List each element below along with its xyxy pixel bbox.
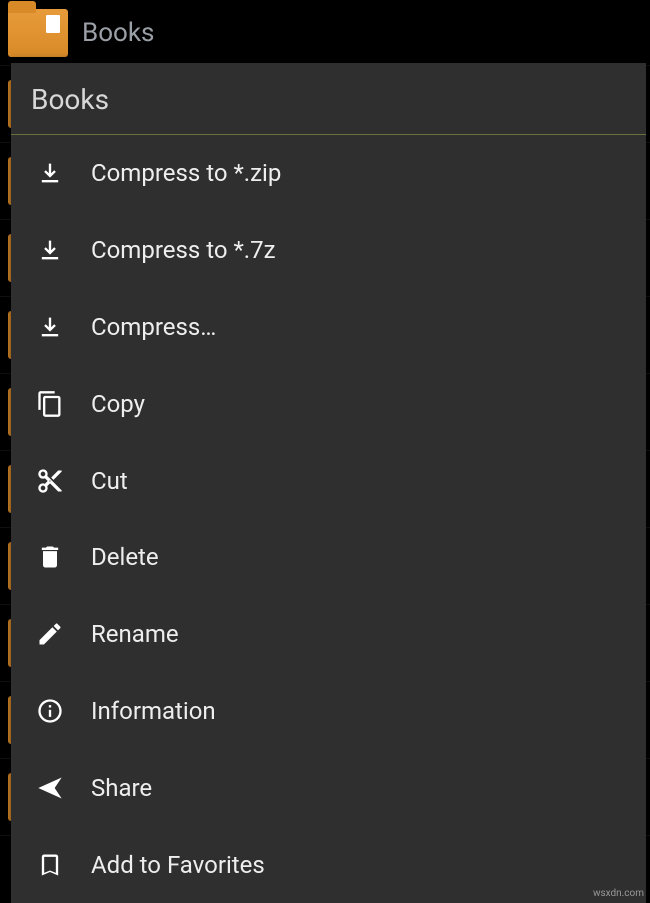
menu-item-label: Compress to *.7z bbox=[91, 236, 276, 264]
menu-item-label: Share bbox=[91, 774, 152, 802]
menu-item-cut[interactable]: Cut bbox=[11, 442, 646, 519]
download-icon bbox=[33, 310, 67, 344]
download-icon bbox=[33, 156, 67, 190]
menu-item-label: Information bbox=[91, 697, 216, 725]
favorite-icon bbox=[33, 848, 67, 882]
menu-item-information[interactable]: Information bbox=[11, 673, 646, 750]
cut-icon bbox=[33, 464, 67, 498]
share-icon bbox=[33, 771, 67, 805]
menu-item-delete[interactable]: Delete bbox=[11, 519, 646, 596]
menu-item-label: Compress… bbox=[91, 313, 216, 341]
menu-item-rename[interactable]: Rename bbox=[11, 596, 646, 673]
menu-title: Books bbox=[11, 63, 646, 135]
context-menu: Books Compress to *.zip Compress to *.7z… bbox=[11, 63, 646, 903]
menu-item-share[interactable]: Share bbox=[11, 749, 646, 826]
file-header-row[interactable]: Books bbox=[0, 0, 650, 66]
menu-item-add-favorites[interactable]: Add to Favorites bbox=[11, 826, 646, 903]
delete-icon bbox=[33, 540, 67, 574]
menu-item-label: Delete bbox=[91, 543, 159, 571]
folder-icon bbox=[8, 9, 68, 57]
menu-item-compress[interactable]: Compress… bbox=[11, 289, 646, 366]
download-icon bbox=[33, 233, 67, 267]
folder-name: Books bbox=[82, 18, 154, 48]
menu-item-label: Copy bbox=[91, 390, 145, 418]
menu-item-label: Compress to *.zip bbox=[91, 159, 281, 187]
menu-item-label: Add to Favorites bbox=[91, 851, 265, 879]
copy-icon bbox=[33, 387, 67, 421]
menu-item-compress-zip[interactable]: Compress to *.zip bbox=[11, 135, 646, 212]
watermark: wsxdn.com bbox=[593, 888, 644, 899]
menu-item-compress-7z[interactable]: Compress to *.7z bbox=[11, 212, 646, 289]
menu-item-label: Rename bbox=[91, 620, 179, 648]
info-icon bbox=[33, 694, 67, 728]
menu-item-label: Cut bbox=[91, 467, 128, 495]
menu-item-copy[interactable]: Copy bbox=[11, 365, 646, 442]
rename-icon bbox=[33, 617, 67, 651]
